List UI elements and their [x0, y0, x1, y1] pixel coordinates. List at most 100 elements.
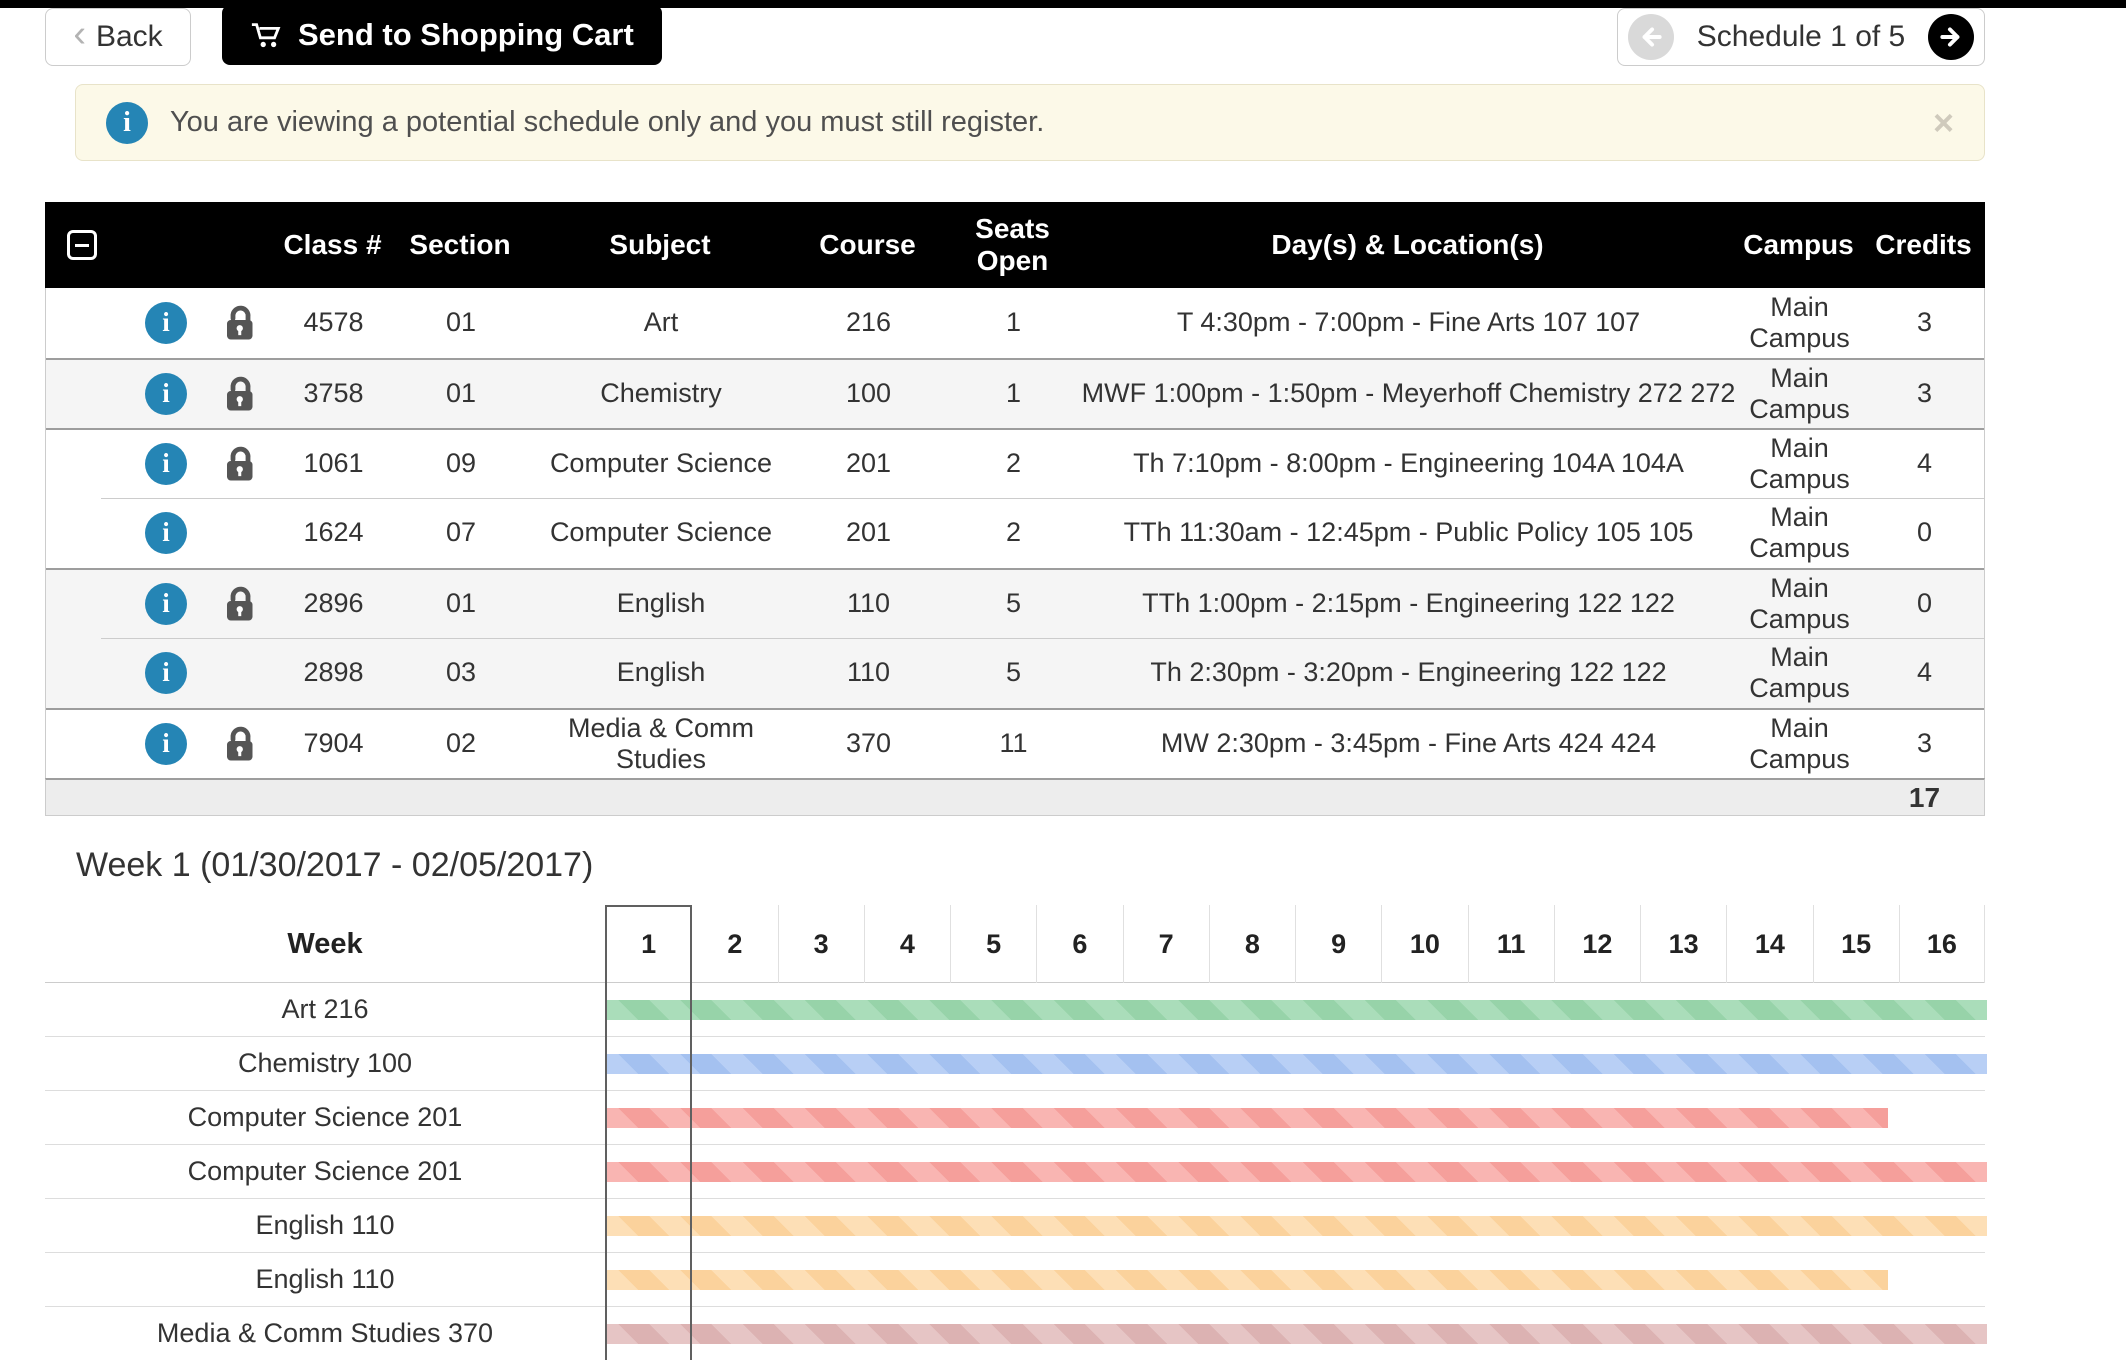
gantt-row: Chemistry 100 [45, 1037, 1985, 1091]
info-icon[interactable]: i [145, 443, 187, 485]
cell-seats-open: 2 [946, 448, 1081, 479]
gantt-bar [607, 1054, 1987, 1074]
alert-info-icon: i [106, 102, 148, 144]
cell-course: 201 [791, 517, 946, 548]
cell-section: 09 [391, 448, 531, 479]
cell-subject: Media & Comm Studies [531, 713, 791, 775]
gantt-bar [607, 1324, 1987, 1344]
cell-days-locations: TTh 11:30am - 12:45pm - Public Policy 10… [1081, 517, 1736, 548]
table-row: i 4578 01 Art 216 1 T 4:30pm - 7:00pm - … [46, 288, 1984, 358]
cell-course: 110 [791, 588, 946, 619]
gantt-row-label: Chemistry 100 [45, 1048, 605, 1079]
course-table-footer: 17 [45, 778, 1985, 816]
info-icon[interactable]: i [145, 723, 187, 765]
back-chevron-icon: ‹ [73, 15, 86, 53]
cell-credits: 3 [1863, 378, 1986, 409]
gantt-row-label: Computer Science 201 [45, 1156, 605, 1187]
cell-seats-open: 11 [946, 728, 1081, 759]
total-credits: 17 [1863, 782, 1986, 814]
info-icon[interactable]: i [145, 373, 187, 415]
back-button[interactable]: ‹ Back [45, 8, 191, 66]
header-class-num: Class # [275, 229, 390, 261]
cell-section: 02 [391, 728, 531, 759]
cell-days-locations: TTh 1:00pm - 2:15pm - Engineering 122 12… [1081, 588, 1736, 619]
info-icon[interactable]: i [145, 583, 187, 625]
arrow-left-icon [1638, 24, 1664, 50]
gantt-bar [607, 1000, 1987, 1020]
gantt-row: Computer Science 201 [45, 1145, 1985, 1199]
cell-credits: 3 [1863, 307, 1986, 338]
week-number: 2 [691, 905, 777, 983]
cell-seats-open: 2 [946, 517, 1081, 548]
table-row: i 2896 01 English 110 5 TTh 1:00pm - 2:1… [46, 568, 1984, 638]
header-campus: Campus [1735, 229, 1862, 261]
cart-icon [250, 20, 284, 50]
cell-days-locations: Th 2:30pm - 3:20pm - Engineering 122 122 [1081, 657, 1736, 688]
previous-schedule-button[interactable] [1628, 14, 1674, 60]
week-column-label: Week [45, 928, 605, 961]
cell-campus: Main Campus [1736, 292, 1863, 354]
week-number: 15 [1813, 905, 1899, 983]
gantt-row-label: English 110 [45, 1210, 605, 1241]
info-icon[interactable]: i [145, 652, 187, 694]
header-section: Section [390, 229, 530, 261]
cell-class-num: 1061 [276, 448, 391, 479]
week-number: 5 [950, 905, 1036, 983]
table-row: i 1624 07 Computer Science 201 2 TTh 11:… [46, 498, 1984, 568]
cell-campus: Main Campus [1736, 433, 1863, 495]
cell-credits: 3 [1863, 728, 1986, 759]
gantt-bar [607, 1270, 1888, 1290]
cell-credits: 4 [1863, 657, 1986, 688]
table-row: i 2898 03 English 110 5 Th 2:30pm - 3:20… [46, 638, 1984, 708]
cell-days-locations: Th 7:10pm - 8:00pm - Engineering 104A 10… [1081, 448, 1736, 479]
week-number: 9 [1295, 905, 1381, 983]
unlock-icon[interactable] [201, 373, 276, 415]
table-row: i 3758 01 Chemistry 100 1 MWF 1:00pm - 1… [46, 358, 1984, 428]
header-days-locations: Day(s) & Location(s) [1080, 229, 1735, 261]
arrow-right-icon [1938, 24, 1964, 50]
alert-close-icon[interactable]: × [1933, 105, 1954, 141]
gantt-row: Art 216 [45, 983, 1985, 1037]
week-gantt-chart: Week 1 2 3 4 5 6 7 8 9 10 11 12 13 14 15… [45, 905, 1985, 1360]
cell-course: 216 [791, 307, 946, 338]
back-button-label: Back [96, 20, 163, 54]
info-icon[interactable]: i [145, 512, 187, 554]
cell-course: 370 [791, 728, 946, 759]
cell-class-num: 2896 [276, 588, 391, 619]
week-number: 12 [1554, 905, 1640, 983]
alert-message: You are viewing a potential schedule onl… [170, 106, 1911, 139]
week-number: 13 [1640, 905, 1726, 983]
course-table: Class # Section Subject Course Seats Ope… [45, 202, 1985, 816]
week-number: 1 [605, 905, 691, 983]
table-row: i 7904 02 Media & Comm Studies 370 11 MW… [46, 708, 1984, 778]
week-number: 4 [864, 905, 950, 983]
unlock-icon[interactable] [201, 443, 276, 485]
header-credits: Credits [1862, 229, 1985, 261]
gantt-row-label: English 110 [45, 1264, 605, 1295]
cell-course: 110 [791, 657, 946, 688]
week-number: 14 [1726, 905, 1812, 983]
cell-seats-open: 5 [946, 588, 1081, 619]
gantt-bar [607, 1162, 1987, 1182]
gantt-row-label: Media & Comm Studies 370 [45, 1318, 605, 1349]
cell-days-locations: MWF 1:00pm - 1:50pm - Meyerhoff Chemistr… [1081, 378, 1736, 409]
send-to-cart-button[interactable]: Send to Shopping Cart [222, 5, 662, 65]
gantt-bar [607, 1216, 1987, 1236]
send-to-cart-label: Send to Shopping Cart [298, 17, 634, 53]
week-number: 10 [1381, 905, 1467, 983]
cell-campus: Main Campus [1736, 502, 1863, 564]
week-chart-header: Week 1 2 3 4 5 6 7 8 9 10 11 12 13 14 15… [45, 905, 1985, 983]
cell-days-locations: MW 2:30pm - 3:45pm - Fine Arts 424 424 [1081, 728, 1736, 759]
table-row: i 1061 09 Computer Science 201 2 Th 7:10… [46, 428, 1984, 498]
gantt-row: English 110 [45, 1199, 1985, 1253]
unlock-icon[interactable] [201, 302, 276, 344]
cell-credits: 0 [1863, 588, 1986, 619]
unlock-icon[interactable] [201, 723, 276, 765]
cell-section: 03 [391, 657, 531, 688]
next-schedule-button[interactable] [1928, 14, 1974, 60]
info-icon[interactable]: i [145, 302, 187, 344]
header-course: Course [790, 229, 945, 261]
collapse-all-icon[interactable] [67, 230, 97, 260]
unlock-icon[interactable] [201, 583, 276, 625]
cell-seats-open: 1 [946, 378, 1081, 409]
